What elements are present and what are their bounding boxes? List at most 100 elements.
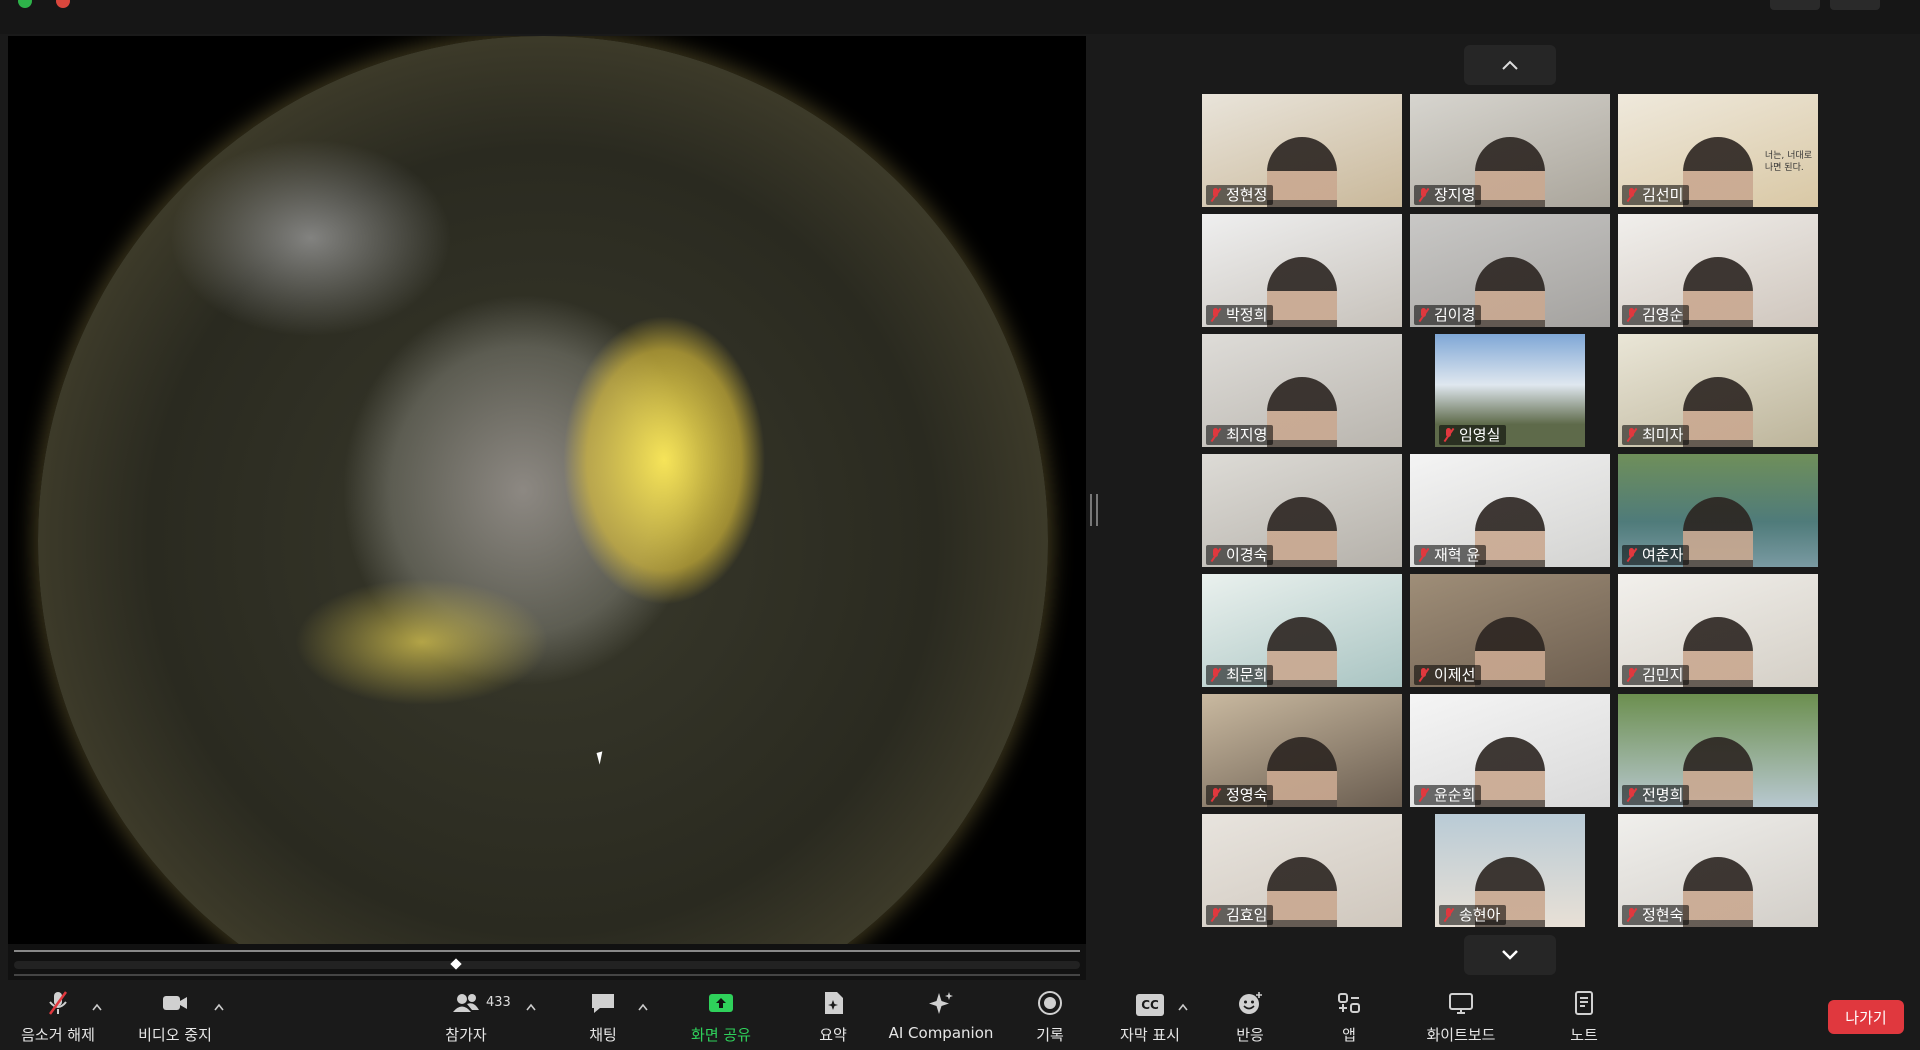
mic-off-icon bbox=[48, 991, 68, 1015]
participant-tile[interactable]: 장지영 bbox=[1410, 94, 1610, 207]
chevron-up-icon bbox=[214, 1003, 224, 1011]
participant-name-badge: 송현아 bbox=[1439, 905, 1507, 925]
whiteboard-button[interactable]: 화이트보드 bbox=[1422, 980, 1500, 1050]
gallery-next-page-button[interactable] bbox=[1464, 935, 1556, 975]
chevron-up-icon bbox=[638, 1003, 648, 1011]
mic-muted-icon bbox=[1418, 668, 1430, 682]
participant-tile[interactable]: 여춘자 bbox=[1618, 454, 1818, 567]
participant-tile[interactable]: 정영숙 bbox=[1202, 694, 1402, 807]
participant-tile[interactable]: 김영순 bbox=[1618, 214, 1818, 327]
share-screen-icon bbox=[709, 994, 733, 1012]
participant-name: 장지영 bbox=[1434, 186, 1476, 204]
whiteboard-label: 화이트보드 bbox=[1426, 1026, 1496, 1044]
captions-button[interactable]: CC 자막 표시 bbox=[1118, 980, 1182, 1050]
participant-tile[interactable]: 최문희 bbox=[1202, 574, 1402, 687]
share-screen-label: 화면 공유 bbox=[691, 1026, 751, 1044]
participant-video bbox=[1267, 137, 1337, 207]
mic-muted-icon bbox=[1418, 788, 1430, 802]
participants-button[interactable]: 참가자 bbox=[440, 980, 492, 1050]
participant-tile[interactable]: 정현숙 bbox=[1618, 814, 1818, 927]
apps-label: 앱 bbox=[1342, 1026, 1356, 1044]
unmute-button[interactable]: 음소거 해제 bbox=[14, 980, 102, 1050]
participant-name-badge: 김선미 bbox=[1622, 185, 1690, 205]
summary-button[interactable]: 요약 bbox=[814, 980, 852, 1050]
participant-tile[interactable]: 윤순희 bbox=[1410, 694, 1610, 807]
participant-video bbox=[1267, 617, 1337, 687]
apps-button[interactable]: 앱 bbox=[1336, 980, 1362, 1050]
participant-tile[interactable]: 김민지 bbox=[1618, 574, 1818, 687]
mic-muted-icon bbox=[1210, 668, 1222, 682]
window-control-button[interactable] bbox=[1830, 0, 1880, 10]
stop-video-button[interactable]: 비디오 중지 bbox=[132, 980, 218, 1050]
audio-options-caret[interactable] bbox=[92, 996, 102, 1011]
ai-companion-button[interactable]: AI Companion bbox=[888, 980, 994, 1050]
participant-name: 김민지 bbox=[1642, 666, 1684, 684]
participants-options-caret[interactable] bbox=[526, 996, 536, 1011]
participant-tile[interactable]: 전명희 bbox=[1618, 694, 1818, 807]
view-button[interactable] bbox=[1770, 0, 1820, 10]
participant-tile[interactable]: 송현아 bbox=[1435, 814, 1585, 927]
chevron-up-icon bbox=[1502, 60, 1518, 70]
video-seek-bar[interactable] bbox=[8, 944, 1086, 980]
participant-name-badge: 정현숙 bbox=[1622, 905, 1690, 925]
gallery-prev-page-button[interactable] bbox=[1464, 45, 1556, 85]
reactions-button[interactable]: 반응 bbox=[1232, 980, 1268, 1050]
chat-icon bbox=[592, 994, 614, 1013]
mic-muted-icon bbox=[1210, 788, 1222, 802]
participant-tile[interactable]: 이경숙 bbox=[1202, 454, 1402, 567]
mic-muted-icon bbox=[1418, 548, 1430, 562]
participant-video bbox=[1683, 857, 1753, 927]
participant-name: 최미자 bbox=[1642, 426, 1684, 444]
participant-tile[interactable]: 박정희 bbox=[1202, 214, 1402, 327]
mic-muted-icon bbox=[1210, 188, 1222, 202]
mic-muted-icon bbox=[1626, 908, 1638, 922]
participant-tile[interactable]: 정현정 bbox=[1202, 94, 1402, 207]
participants-label: 참가자 bbox=[445, 1026, 487, 1044]
mic-muted-icon bbox=[1626, 308, 1638, 322]
splitter-handle[interactable] bbox=[1090, 494, 1098, 526]
participant-name-badge: 윤순희 bbox=[1414, 785, 1482, 805]
leave-meeting-button[interactable]: 나가기 bbox=[1828, 1000, 1904, 1034]
participant-tile[interactable]: 임영실 bbox=[1435, 334, 1585, 447]
mic-muted-icon bbox=[1210, 308, 1222, 322]
participant-video bbox=[1267, 737, 1337, 807]
participant-tile[interactable]: 최미자 bbox=[1618, 334, 1818, 447]
participant-name: 윤순희 bbox=[1434, 786, 1476, 804]
chat-label: 채팅 bbox=[589, 1026, 617, 1044]
stop-video-label: 비디오 중지 bbox=[138, 1026, 212, 1044]
participant-name: 최지영 bbox=[1226, 426, 1268, 444]
mic-muted-icon bbox=[1418, 188, 1430, 202]
security-shield-icon[interactable] bbox=[18, 0, 32, 8]
participant-tile[interactable]: 너는, 너대로 나면 된다. 김선미 bbox=[1618, 94, 1818, 207]
participant-name-badge: 김영순 bbox=[1622, 305, 1690, 325]
participant-tile[interactable]: 최지영 bbox=[1202, 334, 1402, 447]
participant-name: 여춘자 bbox=[1642, 546, 1684, 564]
summary-label: 요약 bbox=[819, 1026, 847, 1044]
seek-track[interactable] bbox=[14, 961, 1080, 969]
participant-tile[interactable]: 김이경 bbox=[1410, 214, 1610, 327]
captions-options-caret[interactable] bbox=[1178, 996, 1188, 1011]
chat-options-caret[interactable] bbox=[638, 996, 648, 1011]
video-options-caret[interactable] bbox=[214, 996, 224, 1011]
share-screen-button[interactable]: 화면 공유 bbox=[686, 980, 756, 1050]
mic-muted-icon bbox=[1626, 428, 1638, 442]
mic-muted-icon bbox=[1626, 548, 1638, 562]
window-title-bar bbox=[0, 0, 1920, 34]
participant-tile[interactable]: 이제선 bbox=[1410, 574, 1610, 687]
participant-video bbox=[1683, 377, 1753, 447]
apps-icon bbox=[1338, 993, 1360, 1013]
record-button[interactable]: 기록 bbox=[1034, 980, 1066, 1050]
captions-label: 자막 표시 bbox=[1120, 1026, 1180, 1044]
reaction-smiley-icon bbox=[1239, 992, 1262, 1014]
mic-muted-icon bbox=[1443, 908, 1455, 922]
participant-name: 정현숙 bbox=[1642, 906, 1684, 924]
participant-tile[interactable]: 김효임 bbox=[1202, 814, 1402, 927]
mic-muted-icon bbox=[1443, 428, 1455, 442]
chat-button[interactable]: 채팅 bbox=[584, 980, 622, 1050]
participant-name-badge: 임영실 bbox=[1439, 425, 1507, 445]
notes-button[interactable]: 노트 bbox=[1568, 980, 1600, 1050]
record-label: 기록 bbox=[1036, 1026, 1064, 1044]
participant-tile[interactable]: 재혁 윤 bbox=[1410, 454, 1610, 567]
ai-sparkle-icon bbox=[929, 992, 953, 1014]
participant-name: 재혁 윤 bbox=[1434, 546, 1481, 564]
